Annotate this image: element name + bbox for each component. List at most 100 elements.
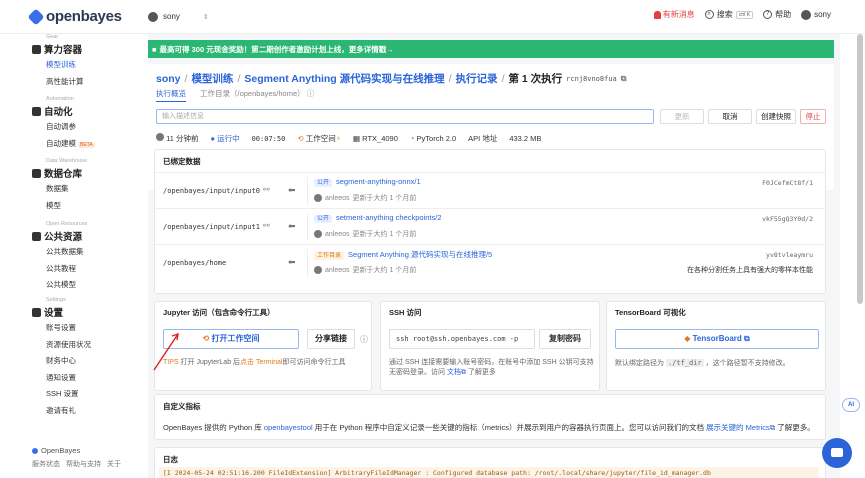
database-icon (32, 168, 41, 178)
dataset-link[interactable]: segment-anything-onnx/1 (336, 177, 421, 186)
execution-stats: 11 分钟前 ● 运行中 00:07:50 ⟲ 工作空间⚡ ▦ RTX_4090… (156, 133, 541, 144)
age-text: 11 分钟前 (166, 134, 199, 143)
sidebar-footer: OpenBayes 服务状态 帮助与支持 关于 (30, 446, 121, 469)
sidebar-item-finance[interactable]: 财务中心 (46, 355, 91, 366)
unlink-icon[interactable]: ⚯ (263, 221, 270, 230)
snapshot-button[interactable]: 创建快照 (756, 109, 796, 124)
list-item: /openbayes/input/input0 ⚯ ⬅ 公开 segment-an… (155, 172, 825, 208)
public-resources-icon (32, 231, 41, 241)
about-link[interactable]: 关于 (107, 459, 121, 469)
docs-link[interactable]: 文档 (447, 369, 461, 376)
tabs: 执行概览 工作目录（/openbayes/home） ⓘ (156, 88, 314, 102)
jupyter-icon: ⟲ (202, 334, 210, 343)
help-button[interactable]: ? 帮助 (763, 9, 791, 20)
sidebar-section-data: Data Warehouse 数据仓库 数据集 模型 (32, 158, 87, 216)
avatar (314, 194, 322, 202)
search-label: 搜索 (716, 10, 733, 19)
support-link[interactable]: 帮助与支持 (66, 459, 101, 469)
api-address-link[interactable]: API 地址 (468, 133, 497, 144)
user-menu-name: sony (814, 10, 831, 19)
scrollbar[interactable] (857, 34, 863, 304)
sidebar-title-automation: 自动化 (32, 104, 95, 118)
sidebar-section-settings: Settings 设置 账号设置 资源使用状况 财务中心 通知设置 SSH 设置… (32, 297, 91, 421)
cancel-button[interactable]: 取消 (708, 109, 752, 124)
unlink-icon[interactable]: ⚯ (263, 185, 270, 194)
public-tag: 公开 (314, 179, 333, 187)
dataset-owner[interactable]: anleeos (325, 231, 350, 238)
update-button[interactable]: 更新 (660, 109, 704, 124)
sidebar-item-account[interactable]: 账号设置 (46, 322, 91, 333)
main-content: ■ 最高可得 300 元现金奖励！第二期创作者激励计划上线，更多详情戳→ son… (148, 34, 840, 478)
tb-tip-a: 默认绑定路径为 (615, 360, 664, 367)
stop-button[interactable]: 停止 (800, 109, 826, 124)
crumb-user[interactable]: sony (156, 73, 181, 85)
sidebar-title-public: 公共资源 (32, 229, 87, 243)
section-title: 自动化 (44, 107, 73, 118)
bound-data-card: 已绑定数据 /openbayes/input/input0 ⚯ ⬅ 公开 segm… (154, 149, 826, 294)
logo[interactable]: openbayes (27, 8, 140, 25)
sidebar-item-notifications[interactable]: 通知设置 (46, 372, 91, 383)
ssh-title: SSH 访问 (389, 308, 422, 317)
metrics-docs-link[interactable]: 展示关键的 Metrics (706, 423, 770, 432)
sidebar-item-public-datasets[interactable]: 公共数据集 (46, 246, 87, 257)
sidebar-item-public-models[interactable]: 公共模型 (46, 279, 87, 290)
sidebar-item-invite[interactable]: 邀请有礼 (46, 405, 91, 416)
tab-overview[interactable]: 执行概览 (156, 88, 186, 102)
status-text: 运行中 (217, 134, 240, 143)
sidebar-item-automodel[interactable]: 自动建模 BETA (46, 138, 95, 149)
avatar (156, 133, 164, 141)
public-tag: 公开 (314, 215, 333, 223)
promo-banner[interactable]: ■ 最高可得 300 元现金奖励！第二期创作者激励计划上线，更多详情戳→ (148, 40, 834, 58)
open-workspace-button[interactable]: ⟲ 打开工作空间 (163, 329, 299, 349)
sidebar-item-datasets[interactable]: 数据集 (46, 183, 87, 194)
tab-workdir[interactable]: 工作目录（/openbayes/home） ⓘ (200, 88, 314, 102)
crumb-current: 第 1 次执行 (508, 73, 563, 85)
account-switcher[interactable]: sony ⇕ (148, 11, 248, 22)
external-link-icon: ⧉ (769, 423, 776, 432)
dataset-owner[interactable]: anleeos (325, 195, 350, 202)
search-button[interactable]: ⌕ 搜索 ctrl K (704, 9, 754, 20)
age-stat: 11 分钟前 (156, 133, 198, 144)
tensorboard-card: TensorBoard 可视化 ◆ TensorBoard ⧉ 默认绑定路径为 … (606, 301, 826, 391)
copy-password-button[interactable]: 复制密码 (539, 329, 591, 349)
tensorboard-tip: 默认绑定路径为 ./tf_dir ，这个路径暂不支持修改。 (615, 358, 825, 369)
dataset-owner[interactable]: anleeos (325, 267, 350, 274)
sidebar-item-model-training[interactable]: 模型训练 (46, 59, 84, 70)
description-input[interactable]: 输入描述信息 (156, 109, 654, 124)
status-link[interactable]: 服务状态 (32, 459, 60, 469)
tips-text-a: 打开 JupyterLab 后 (180, 359, 241, 366)
dataset-link[interactable]: Segment Anything 源代码实现与在线推理/5 (348, 250, 492, 259)
external-link-icon: ⧉ (460, 369, 466, 376)
user-menu[interactable]: sony (801, 9, 831, 20)
tips-text-b: 点击 Terminal (240, 359, 283, 366)
sidebar-item-ssh[interactable]: SSH 设置 (46, 388, 91, 399)
avatar (314, 230, 322, 238)
openbayes-logo-icon (27, 8, 45, 25)
ssh-command-field[interactable]: ssh root@ssh.openbayes.com -p (389, 329, 535, 349)
openbayestool-link[interactable]: openbayestool (264, 423, 313, 432)
ssh-tip-end: 了解更多 (467, 369, 496, 376)
share-link-button[interactable]: 分享链接 (307, 329, 355, 349)
mount-path: /openbayes/input/input0 (163, 187, 260, 195)
sidebar-item-hpc[interactable]: 高性能计算 (46, 76, 84, 87)
sidebar-item-public-tutorials[interactable]: 公共教程 (46, 263, 87, 274)
automodel-label: 自动建模 (46, 138, 76, 148)
info-icon[interactable]: ⓘ (360, 334, 368, 345)
crumb-project[interactable]: Segment Anything 源代码实现与在线推理 (244, 71, 444, 86)
sidebar-item-models[interactable]: 模型 (46, 200, 87, 211)
workdir-tag: 工作目录 (314, 252, 345, 260)
crumb-records[interactable]: 执行记录 (456, 71, 498, 86)
sidebar-item-autotune[interactable]: 自动调参 (46, 121, 95, 132)
sidebar-item-usage[interactable]: 资源使用状况 (46, 339, 91, 350)
copy-icon[interactable]: ⧉ (621, 74, 627, 84)
tensorboard-button[interactable]: ◆ TensorBoard ⧉ (615, 329, 819, 349)
jupyter-card: Jupyter 访问（包含命令行工具） ⟲ 打开工作空间 分享链接 ⓘ TIPS… (154, 301, 372, 391)
ai-assistant-button[interactable]: AI (842, 398, 860, 412)
news-link[interactable]: 有新消息 (653, 9, 695, 20)
dataset-link[interactable]: setment-anything checkpoints/2 (336, 213, 441, 222)
crumb-training[interactable]: 模型训练 (191, 71, 233, 86)
tb-tip-code: ./tf_dir (665, 359, 704, 367)
mount-path: /openbayes/input/input1 (163, 223, 260, 231)
workspace-link[interactable]: ⟲ 工作空间⚡ (297, 133, 341, 144)
chat-icon[interactable] (822, 438, 852, 468)
